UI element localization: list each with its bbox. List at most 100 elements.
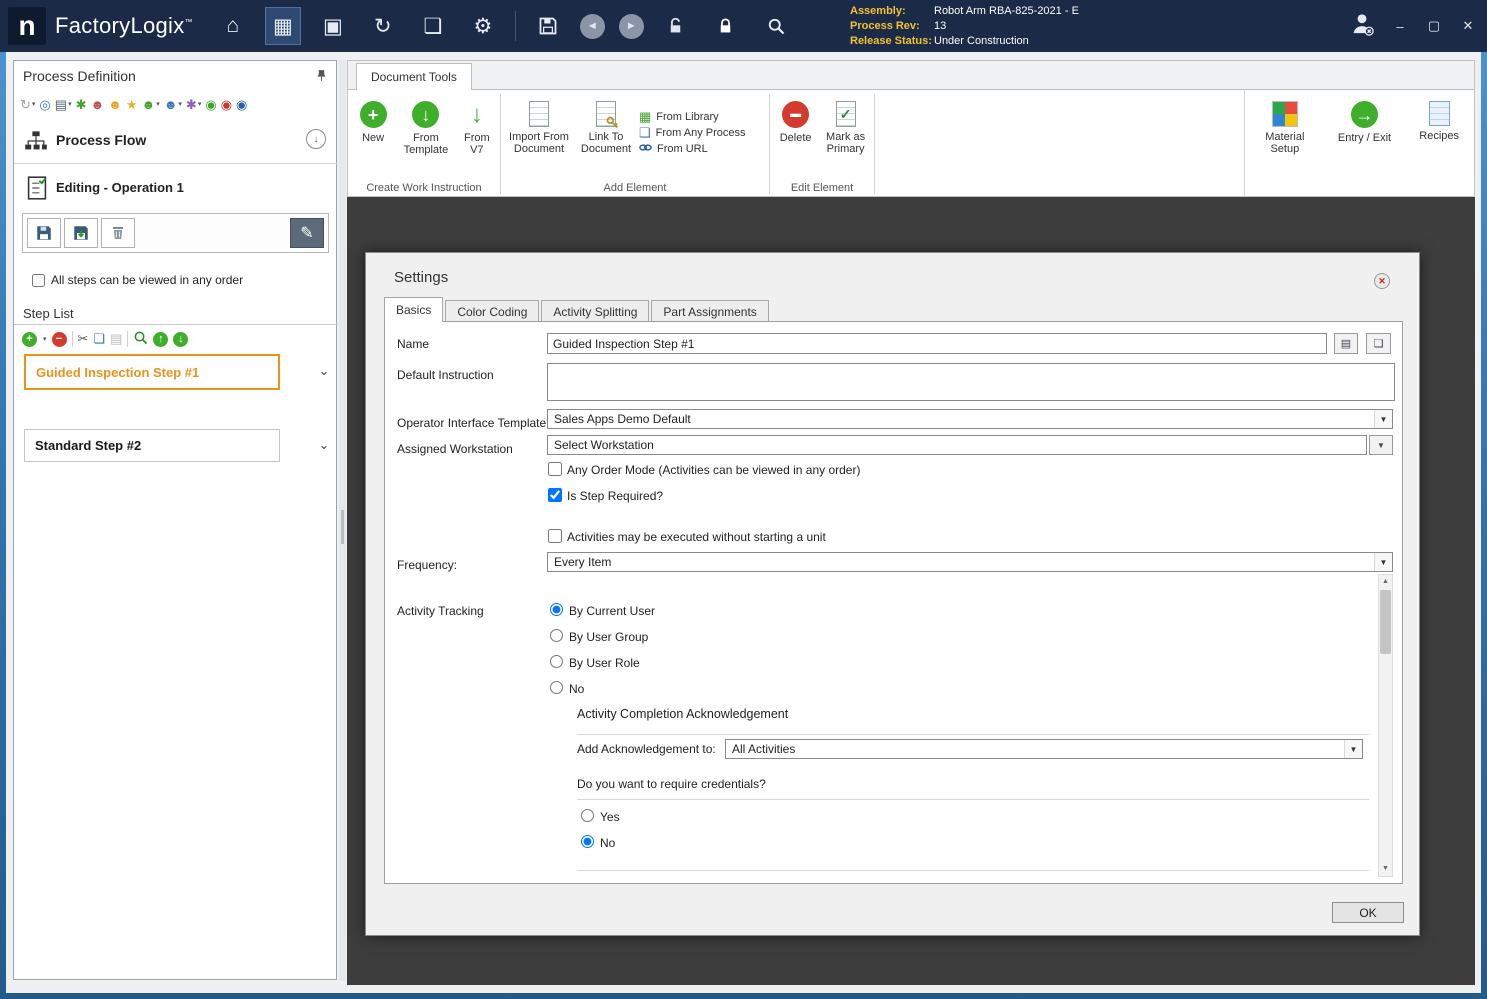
paste-button[interactable]: ▤ bbox=[110, 331, 122, 347]
group-label: Edit Element bbox=[790, 182, 854, 194]
any-order-mode-checkbox[interactable] bbox=[548, 462, 562, 476]
back-button[interactable]: ◄ bbox=[579, 13, 605, 39]
import-from-document-button[interactable]: Import From Document bbox=[505, 99, 573, 157]
any-order-checkbox-row[interactable]: All steps can be viewed in any order bbox=[32, 273, 243, 287]
tracking-by-user-role-radio[interactable] bbox=[550, 655, 563, 668]
new-button[interactable]: + New bbox=[352, 99, 394, 146]
move-step-up-button[interactable]: ↑ bbox=[153, 331, 169, 347]
any-order-checkbox[interactable] bbox=[32, 273, 45, 287]
workstation-dropdown-button[interactable]: ▼ bbox=[1369, 435, 1393, 455]
process-search-button[interactable] bbox=[758, 7, 794, 45]
app-window: n FactoryLogix™ ⌂ ▦ ▣ ↻ ❏ ⚙ ◄ ► Assembly… bbox=[0, 0, 1487, 999]
tab-basics[interactable]: Basics bbox=[384, 297, 444, 322]
operator-interface-template-select[interactable]: Sales Apps Demo Default ▼ bbox=[547, 409, 1393, 429]
step1-chevron[interactable]: ⌄ bbox=[314, 363, 334, 379]
credentials-yes-radio[interactable] bbox=[581, 809, 594, 822]
documents-button[interactable]: ❏ bbox=[415, 7, 451, 45]
add-step-caret[interactable]: ▾ bbox=[43, 335, 47, 343]
copy-button[interactable]: ❏ bbox=[93, 331, 105, 347]
settings-gear-button[interactable]: ⚙ bbox=[465, 7, 501, 45]
group-label: Add Element bbox=[603, 182, 667, 194]
scroll-down-button[interactable]: ▼ bbox=[1379, 862, 1392, 876]
forward-button[interactable]: ► bbox=[618, 13, 644, 39]
from-template-button[interactable]: ↓ From Template bbox=[398, 99, 453, 158]
scrollbar-thumb[interactable] bbox=[1380, 590, 1391, 654]
print-button[interactable]: ▤ ▾ bbox=[55, 98, 72, 111]
user-green-button[interactable]: ☻ ▾ bbox=[142, 98, 160, 111]
tab-part-assignments[interactable]: Part Assignments bbox=[651, 300, 769, 322]
unlock-button[interactable] bbox=[658, 7, 694, 45]
assigned-workstation-select[interactable]: Select Workstation bbox=[547, 435, 1367, 455]
work-instructions-button[interactable]: ▦ bbox=[264, 7, 301, 45]
tracking-by-user-group-radio[interactable] bbox=[550, 629, 563, 642]
translations-button[interactable]: ❏ bbox=[1366, 333, 1391, 354]
favorite-button[interactable]: ★ bbox=[126, 98, 138, 111]
panel-splitter[interactable] bbox=[339, 60, 346, 981]
tab-document-tools[interactable]: Document Tools bbox=[356, 63, 472, 90]
status-green-button[interactable]: ◉ bbox=[205, 98, 216, 111]
step2-chevron[interactable]: ⌄ bbox=[314, 437, 334, 453]
refresh-button[interactable]: ↻ ▾ bbox=[20, 98, 35, 111]
link-to-document-button[interactable]: Link To Document bbox=[577, 99, 635, 157]
status-blue-button[interactable]: ◉ bbox=[236, 98, 247, 111]
mark-as-primary-button[interactable]: ✓ Mark as Primary bbox=[821, 99, 870, 157]
navigate-button[interactable]: ◎ bbox=[39, 98, 50, 111]
default-instruction-input[interactable] bbox=[547, 363, 1395, 401]
dialog-close-button[interactable]: ✕ bbox=[1374, 273, 1390, 289]
activities-without-unit-checkbox[interactable] bbox=[548, 529, 562, 543]
step-item-guided-inspection[interactable]: Guided Inspection Step #1 bbox=[24, 354, 280, 390]
from-any-process-button[interactable]: ❏ From Any Process bbox=[639, 126, 746, 139]
lock-icon bbox=[721, 18, 731, 32]
from-library-button[interactable]: ▦ From Library bbox=[639, 110, 746, 123]
home-button[interactable]: ⌂ bbox=[215, 7, 251, 45]
recipes-button[interactable]: Recipes bbox=[1413, 99, 1465, 144]
cut-button[interactable]: ✂ bbox=[78, 331, 89, 347]
maximize-button[interactable]: ▢ bbox=[1425, 18, 1443, 34]
scroll-up-button[interactable]: ▲ bbox=[1379, 575, 1392, 589]
pin-button[interactable] bbox=[315, 69, 328, 85]
add-step-button[interactable]: + bbox=[22, 331, 37, 347]
edit-mode-button[interactable]: ✎ bbox=[290, 218, 324, 248]
entry-exit-button[interactable]: → Entry / Exit bbox=[1333, 99, 1395, 146]
user-blue-button[interactable]: ☻ ▾ bbox=[164, 98, 182, 111]
name-input[interactable] bbox=[547, 333, 1327, 354]
tracking-by-current-user-radio[interactable] bbox=[550, 603, 563, 616]
tab-activity-splitting[interactable]: Activity Splitting bbox=[541, 300, 650, 322]
ok-button[interactable]: OK bbox=[1332, 902, 1404, 923]
tracking-by-user-group-label: By User Group bbox=[569, 630, 649, 644]
step-item-standard[interactable]: Standard Step #2 bbox=[24, 429, 280, 462]
from-url-button[interactable]: From URL bbox=[639, 142, 746, 155]
is-step-required-checkbox[interactable] bbox=[548, 488, 562, 502]
users-red-button[interactable]: ☻ bbox=[90, 98, 104, 111]
status-red-button[interactable]: ◉ bbox=[221, 98, 232, 111]
sync-button[interactable]: ↻ bbox=[365, 7, 401, 45]
frequency-select[interactable]: Every Item ▼ bbox=[547, 552, 1393, 572]
new-item-button[interactable]: ✱ bbox=[76, 98, 87, 111]
minimize-button[interactable]: – bbox=[1391, 19, 1409, 34]
tools-purple-button[interactable]: ✱ ▾ bbox=[186, 98, 201, 111]
tab-color-coding[interactable]: Color Coding bbox=[445, 300, 540, 322]
from-v7-button[interactable]: ↓ From V7 bbox=[458, 99, 496, 158]
zoom-step-button[interactable] bbox=[133, 330, 148, 348]
credentials-no-radio[interactable] bbox=[581, 835, 594, 848]
import-operation-button[interactable] bbox=[64, 218, 98, 248]
user-logout-button[interactable] bbox=[1349, 11, 1375, 42]
close-button[interactable]: ✕ bbox=[1459, 18, 1477, 34]
dialog-scrollbar[interactable]: ▲ ▼ bbox=[1378, 574, 1393, 877]
save-operation-button[interactable] bbox=[27, 218, 61, 248]
lock-button[interactable] bbox=[708, 7, 744, 45]
delete-element-button[interactable]: ▬ Delete bbox=[774, 99, 817, 146]
material-setup-button[interactable]: Material Setup bbox=[1254, 99, 1316, 157]
delete-operation-button[interactable] bbox=[101, 218, 135, 248]
process-flow-row[interactable]: Process Flow ↓ bbox=[14, 123, 338, 159]
move-step-down-button[interactable]: ↓ bbox=[173, 331, 189, 347]
add-acknowledgement-select[interactable]: All Activities ▼ bbox=[725, 739, 1363, 759]
splitter-handle bbox=[341, 510, 344, 544]
collapse-button[interactable]: ↓ bbox=[306, 129, 326, 149]
user-gold-button[interactable]: ☻ bbox=[108, 98, 122, 111]
process-setup-button[interactable]: ▣ bbox=[315, 7, 351, 45]
tracking-no-radio[interactable] bbox=[550, 681, 563, 694]
rich-editor-button[interactable]: ▤ bbox=[1334, 333, 1358, 354]
save-button[interactable] bbox=[530, 7, 566, 45]
remove-step-button[interactable]: − bbox=[51, 331, 67, 347]
